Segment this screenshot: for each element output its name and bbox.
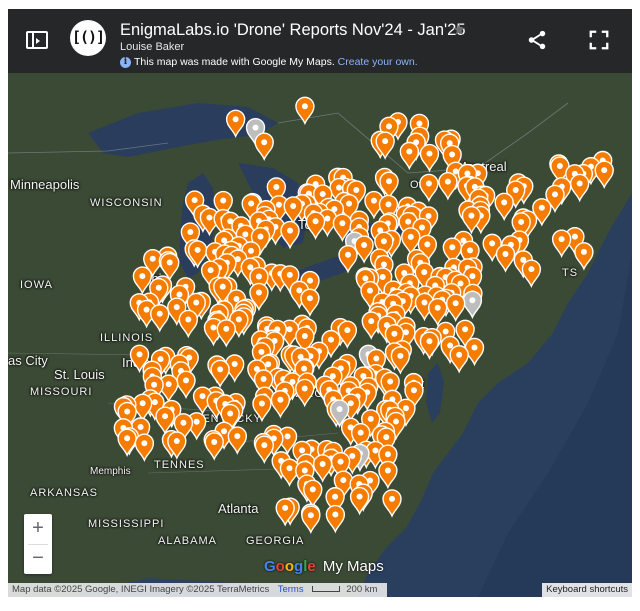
drone-report-marker[interactable] xyxy=(305,211,326,240)
drone-report-marker[interactable] xyxy=(270,390,291,419)
attribution-bar: Map data ©2025 Google, INEGI Imagery ©20… xyxy=(8,583,388,597)
drone-report-marker[interactable] xyxy=(283,196,303,225)
drone-report-marker[interactable] xyxy=(216,319,236,348)
notice-text: This map was made with Google My Maps. xyxy=(134,56,335,68)
drone-report-marker[interactable] xyxy=(301,505,321,534)
zoom-control: + − xyxy=(24,514,52,574)
drone-report-marker[interactable] xyxy=(399,141,420,171)
google-wordmark: Google xyxy=(264,558,316,575)
zoom-out-button[interactable]: − xyxy=(24,544,52,574)
map-author: Louise Baker xyxy=(120,41,185,53)
google-my-maps-logo: Google My Maps xyxy=(264,558,384,575)
drone-report-marker[interactable] xyxy=(254,435,275,464)
drone-report-marker[interactable] xyxy=(300,288,320,318)
marker-layer[interactable] xyxy=(8,73,632,597)
drone-report-marker[interactable] xyxy=(521,259,542,288)
keyboard-shortcuts-button[interactable]: Keyboard shortcuts xyxy=(542,583,632,597)
drone-report-marker[interactable] xyxy=(379,171,399,201)
drone-report-marker[interactable] xyxy=(419,143,440,173)
drone-report-marker[interactable] xyxy=(382,489,402,518)
drone-report-marker[interactable] xyxy=(155,406,175,435)
drone-report-marker[interactable] xyxy=(569,173,590,203)
drone-report-marker[interactable] xyxy=(252,393,272,423)
drone-report-marker[interactable] xyxy=(303,479,323,509)
drone-report-marker[interactable] xyxy=(325,504,346,534)
drone-report-marker[interactable] xyxy=(445,293,466,323)
scale-label: 200 km xyxy=(346,584,378,595)
drone-report-marker[interactable] xyxy=(495,244,516,273)
drone-report-marker[interactable] xyxy=(594,160,614,189)
drone-report-marker[interactable] xyxy=(449,345,469,374)
map-canvas[interactable]: Minneapolis WISCONSIN IOWA Chi ILLINOIS … xyxy=(8,73,632,597)
drone-report-marker[interactable] xyxy=(227,426,248,455)
drone-report-marker[interactable] xyxy=(295,378,315,408)
drone-report-marker[interactable] xyxy=(461,205,482,235)
fullscreen-icon[interactable] xyxy=(588,29,610,51)
create-your-own-link[interactable]: Create your own. xyxy=(338,56,418,68)
drone-report-marker[interactable] xyxy=(295,96,315,126)
map-embed: [()] EnigmaLabs.io 'Drone' Reports Nov'2… xyxy=(8,9,632,597)
drone-report-marker[interactable] xyxy=(438,171,458,201)
drone-report-marker[interactable] xyxy=(134,433,155,463)
drone-report-marker[interactable] xyxy=(132,266,153,295)
drone-report-marker[interactable] xyxy=(178,309,199,339)
logo-text: [()] xyxy=(71,28,105,46)
drone-report-marker[interactable] xyxy=(187,240,208,269)
map-header: [()] EnigmaLabs.io 'Drone' Reports Nov'2… xyxy=(8,9,632,73)
drone-report-marker[interactable] xyxy=(210,359,230,389)
sidebar-toggle-icon[interactable] xyxy=(26,31,48,49)
info-icon: i xyxy=(120,57,131,68)
drone-report-marker[interactable] xyxy=(150,304,170,333)
drone-report-marker[interactable] xyxy=(427,298,448,327)
scale-bar xyxy=(312,586,341,593)
drone-report-marker[interactable] xyxy=(574,242,594,271)
drone-report-marker[interactable] xyxy=(419,173,439,203)
share-icon[interactable] xyxy=(526,29,548,51)
my-maps-notice: This map was made with Google My Maps. C… xyxy=(134,56,418,68)
drone-report-marker[interactable] xyxy=(117,428,137,458)
zoom-in-button[interactable]: + xyxy=(24,514,52,544)
drone-report-marker[interactable] xyxy=(312,454,333,483)
drone-report-marker[interactable] xyxy=(494,192,514,222)
drone-report-marker[interactable] xyxy=(338,245,358,274)
zoom-divider xyxy=(28,544,48,545)
star-icon[interactable]: ★ xyxy=(452,20,466,40)
drone-report-marker[interactable] xyxy=(280,220,300,250)
drone-report-marker[interactable] xyxy=(462,290,483,320)
drone-report-marker[interactable] xyxy=(254,132,274,161)
drone-report-marker[interactable] xyxy=(132,393,153,423)
map-logo: [()] xyxy=(70,20,106,56)
drone-report-marker[interactable] xyxy=(349,486,370,516)
map-footer: Map data ©2025 Google, INEGI Imagery ©20… xyxy=(8,583,632,597)
drone-report-marker[interactable] xyxy=(551,229,572,258)
drone-report-marker[interactable] xyxy=(204,432,224,461)
my-maps-wordmark: My Maps xyxy=(322,558,384,575)
map-data-attribution: Map data ©2025 Google, INEGI Imagery ©20… xyxy=(12,584,270,595)
terms-link[interactable]: Terms xyxy=(278,584,304,595)
drone-report-marker[interactable] xyxy=(378,460,398,490)
map-title: EnigmaLabs.io 'Drone' Reports Nov'24 - J… xyxy=(120,21,466,39)
drone-report-marker[interactable] xyxy=(225,109,246,139)
drone-report-marker[interactable] xyxy=(176,370,196,400)
